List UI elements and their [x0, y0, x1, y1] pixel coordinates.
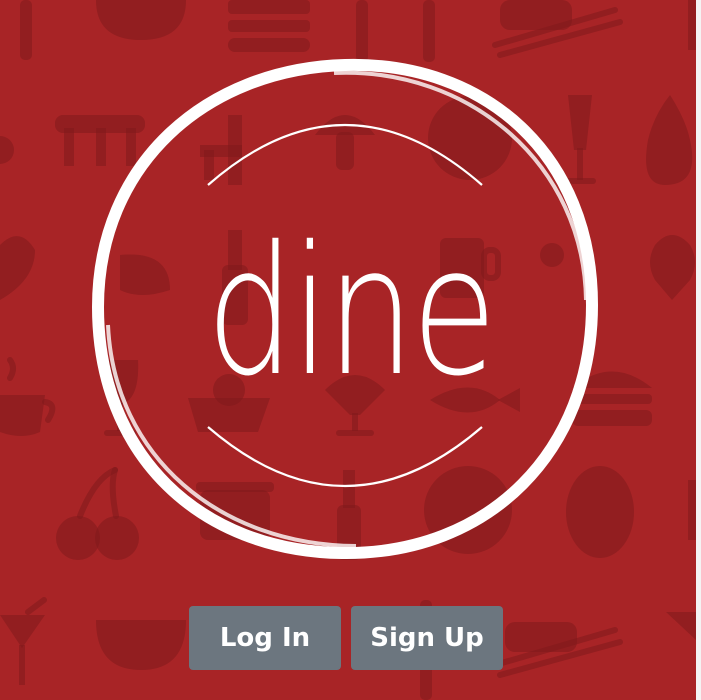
heart-icon	[0, 236, 35, 300]
logo-wordmark: dine	[206, 208, 497, 415]
log-in-button[interactable]: Log In	[189, 606, 341, 670]
cocktail-icon	[0, 597, 47, 685]
watermelon-icon	[96, 620, 186, 670]
fork-icon	[356, 0, 435, 62]
pear-icon	[646, 95, 693, 185]
window-edge	[696, 0, 701, 700]
watermelon-icon	[96, 0, 186, 40]
coffee-cup-icon	[0, 357, 56, 436]
splash-screen: dine Log In Sign Up	[0, 0, 696, 700]
fork-icon	[20, 0, 32, 60]
cocktail-icon	[666, 612, 696, 640]
sushi-icon	[505, 622, 577, 652]
heart-icon	[650, 235, 695, 300]
auth-actions: Log In Sign Up	[189, 606, 503, 670]
burger-icon	[228, 0, 310, 52]
sign-up-button[interactable]: Sign Up	[351, 606, 503, 670]
dine-logo: dine	[80, 55, 620, 565]
